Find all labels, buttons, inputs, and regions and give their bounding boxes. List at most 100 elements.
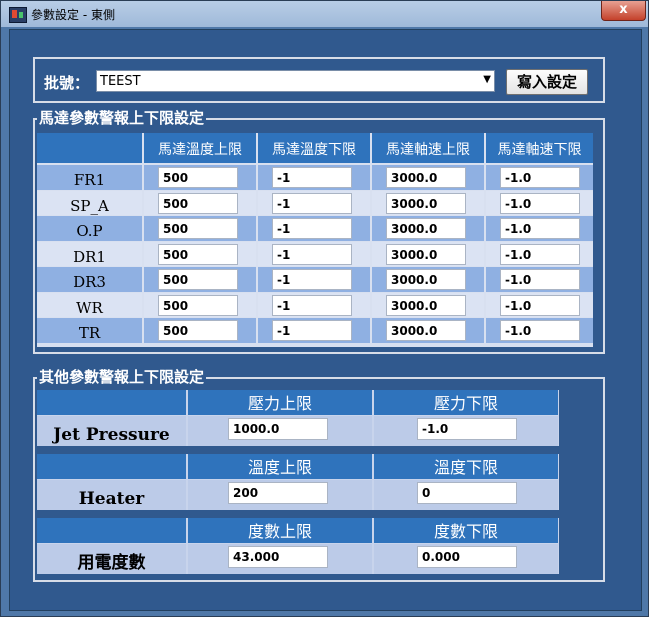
column-header: 馬達溫度上限 [144,133,256,163]
column-header: 馬達軸速上限 [372,133,484,163]
table-cell: -1.0 [486,216,593,241]
table-cell: -1.0 [486,318,593,343]
table-cell: -1 [258,267,370,292]
table-cell: 500 [144,267,256,292]
batch-select[interactable]: TEEST ▼ [96,70,495,92]
value-cell: 43.000 [188,544,372,574]
app-icon [9,7,27,23]
value-input[interactable]: 1000.0 [228,418,328,440]
table-cell: -1.0 [486,241,593,266]
value-input[interactable]: -1.0 [500,218,580,239]
column-header: 壓力上限 [188,390,372,415]
motor-table: 馬達溫度上限 馬達溫度下限 馬達軸速上限 馬達軸速下限 FR1 500 -1 3000.0 -1… [37,133,593,347]
value-input[interactable]: 3000.0 [386,294,466,316]
batch-label: 批號： [44,74,90,92]
other-group-legend: 其他參數警報上下限設定 [37,366,207,387]
table-corner [37,133,142,163]
value-input[interactable]: -1.0 [500,167,580,188]
table-cell: -1 [258,318,370,343]
table-cell: 3000.0 [372,241,484,266]
table-cell: -1.0 [486,292,593,317]
row-label: WR [37,292,142,317]
value-input[interactable]: 500 [158,269,238,290]
value-cell: 0 [374,480,558,510]
param-block: 壓力上限 壓力下限 Jet Pressure 1000.0 -1.0 [37,390,559,446]
row-label: TR [37,318,142,343]
block-corner [37,454,186,479]
row-label: O.P [37,216,142,241]
value-input[interactable]: 500 [158,167,238,188]
value-input[interactable]: -1.0 [500,320,580,341]
value-input[interactable]: -1 [272,218,352,239]
value-cell: 200 [188,480,372,510]
value-input[interactable]: 3000.0 [386,167,466,188]
value-input[interactable]: 500 [158,243,238,265]
value-input[interactable]: -1 [272,320,352,341]
value-cell: 1000.0 [188,416,372,446]
batch-value: TEEST [100,74,141,89]
value-input[interactable]: 3000.0 [386,320,466,341]
value-input[interactable]: 500 [158,192,238,214]
table-cell: 3000.0 [372,190,484,215]
motor-group-legend: 馬達參數警報上下限設定 [37,107,207,128]
column-header: 溫度下限 [374,454,558,479]
value-input[interactable]: 500 [158,294,238,316]
table-cell: -1 [258,241,370,266]
value-input[interactable]: -1 [272,243,352,265]
table-cell: 3000.0 [372,216,484,241]
window-title: 參數設定 - 東側 [31,8,115,22]
table-cell: -1.0 [486,267,593,292]
value-cell: -1.0 [374,416,558,446]
value-input[interactable]: -1.0 [500,269,580,290]
value-input[interactable]: -1 [272,167,352,188]
param-block: 度數上限 度數下限 用電度數 43.000 0.000 [37,518,559,574]
column-header: 馬達溫度下限 [258,133,370,163]
value-input[interactable]: 3000.0 [386,192,466,214]
param-block: 溫度上限 溫度下限 Heater 200 0 [37,454,559,510]
row-label: Jet Pressure [37,416,186,446]
table-cell: 500 [144,292,256,317]
value-input[interactable]: -1.0 [500,243,580,265]
table-cell: 500 [144,318,256,343]
value-input[interactable]: 0 [417,482,517,504]
table-cell: 500 [144,190,256,215]
value-input[interactable]: 500 [158,320,238,341]
value-input[interactable]: -1 [272,269,352,290]
value-input[interactable]: -1.0 [500,294,580,316]
row-label: Heater [37,480,186,510]
block-corner [37,518,186,543]
row-label: FR1 [37,165,142,190]
value-input[interactable]: 3000.0 [386,243,466,265]
row-label: SP_A [37,190,142,215]
value-cell: 0.000 [374,544,558,574]
value-input[interactable]: -1.0 [500,192,580,214]
table-cell: 3000.0 [372,165,484,190]
table-cell: -1 [258,190,370,215]
column-header: 溫度上限 [188,454,372,479]
table-cell: -1 [258,165,370,190]
table-cell: 3000.0 [372,292,484,317]
value-input[interactable]: 43.000 [228,546,328,568]
row-label: DR3 [37,267,142,292]
value-input[interactable]: 0.000 [417,546,517,568]
table-cell: 500 [144,216,256,241]
table-cell: -1.0 [486,165,593,190]
chevron-down-icon[interactable]: ▼ [483,74,491,85]
table-cell: -1.0 [486,190,593,215]
write-settings-button[interactable]: 寫入設定 [506,69,588,95]
value-input[interactable]: -1.0 [417,418,517,440]
value-input[interactable]: 500 [158,218,238,239]
value-input[interactable]: 3000.0 [386,218,466,239]
title-bar: 參數設定 - 東側 x [1,1,648,27]
value-input[interactable]: 200 [228,482,328,504]
value-input[interactable]: -1 [272,192,352,214]
column-header: 馬達軸速下限 [486,133,593,163]
value-input[interactable]: 3000.0 [386,269,466,290]
close-button[interactable]: x [601,1,646,21]
column-header: 度數下限 [374,518,558,543]
value-input[interactable]: -1 [272,294,352,316]
table-cell: 3000.0 [372,267,484,292]
table-cell: 500 [144,241,256,266]
table-cell: 500 [144,165,256,190]
table-cell: -1 [258,292,370,317]
